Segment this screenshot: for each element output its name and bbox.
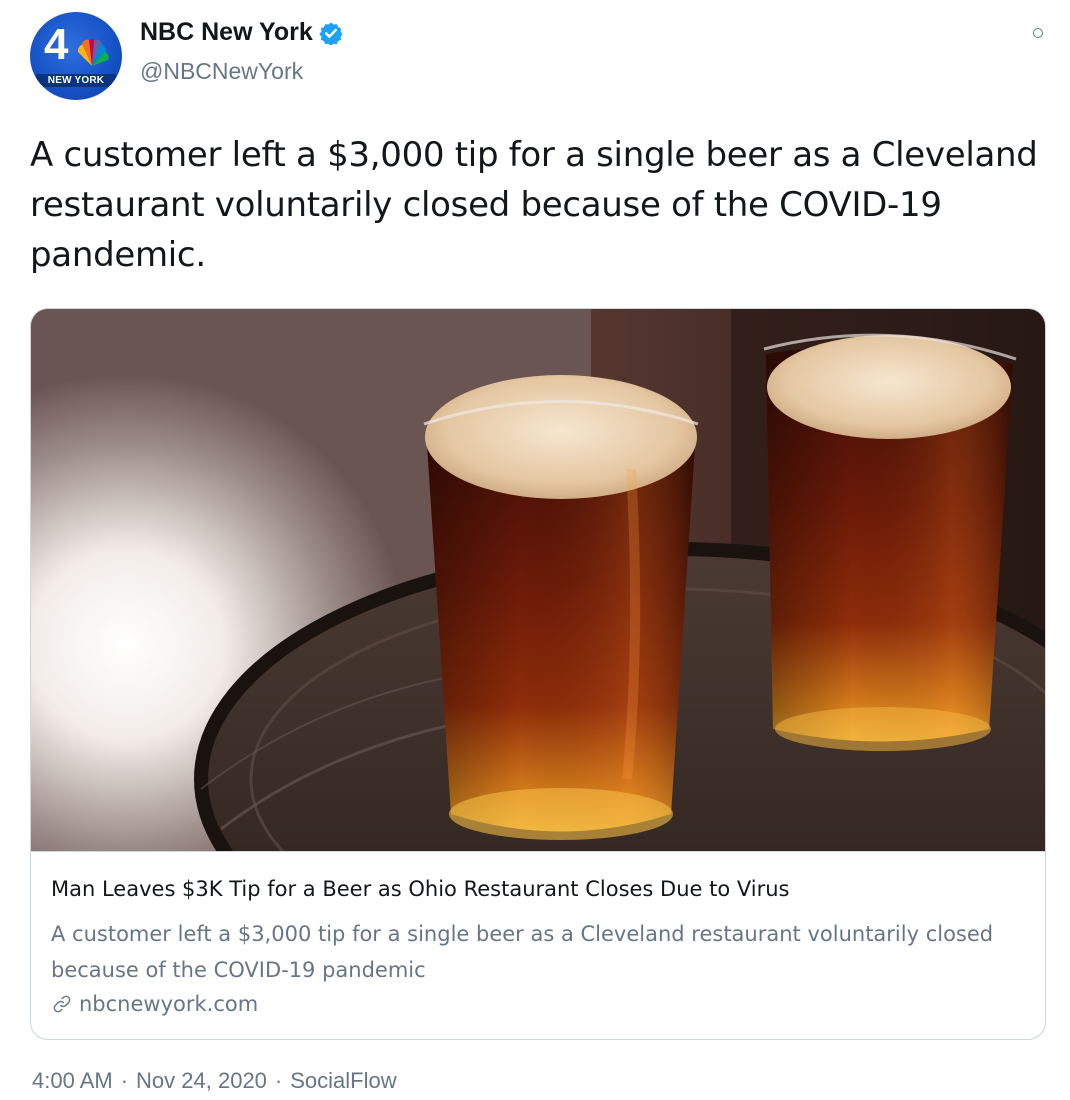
avatar-location-label: NEW YORK	[36, 74, 116, 87]
link-card-title[interactable]: Man Leaves $3K Tip for a Beer as Ohio Re…	[51, 877, 1031, 901]
link-card-body[interactable]: Man Leaves $3K Tip for a Beer as Ohio Re…	[31, 851, 1045, 1039]
meta-separator: ·	[274, 1068, 283, 1093]
more-options-icon[interactable]	[1033, 28, 1043, 38]
account-handle[interactable]: @NBCNewYork	[140, 58, 303, 85]
verified-badge-icon	[319, 22, 343, 45]
tweet-time[interactable]: 4:00 AM	[32, 1068, 113, 1094]
link-icon	[53, 995, 71, 1013]
link-card-domain[interactable]: nbcnewyork.com	[79, 992, 258, 1016]
nbc-peacock-icon	[77, 39, 109, 66]
meta-separator: ·	[120, 1068, 129, 1093]
tweet-metadata: 4:00 AM · Nov 24, 2020 · SocialFlow	[32, 1068, 397, 1094]
link-card[interactable]: Man Leaves $3K Tip for a Beer as Ohio Re…	[30, 308, 1046, 1040]
account-name-row[interactable]: NBC New York	[140, 18, 343, 47]
two-pints-of-beer-photo[interactable]	[31, 309, 1046, 851]
tweet-date[interactable]: Nov 24, 2020	[136, 1068, 267, 1094]
tweet-source[interactable]: SocialFlow	[290, 1068, 396, 1094]
tweet-text: A customer left a $3,000 tip for a singl…	[30, 135, 1038, 275]
avatar-channel-number: 4	[44, 20, 69, 69]
link-card-domain-row[interactable]: nbcnewyork.com	[51, 992, 258, 1016]
link-card-description[interactable]: A customer left a $3,000 tip for a singl…	[51, 916, 1041, 988]
account-name[interactable]: NBC New York	[140, 18, 313, 47]
avatar[interactable]: 4 NEW YORK	[30, 12, 122, 100]
